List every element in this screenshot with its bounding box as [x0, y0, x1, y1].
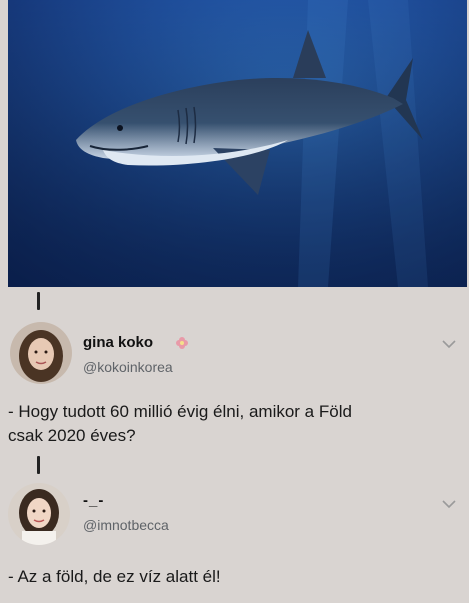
- chevron-down-icon[interactable]: [441, 498, 457, 510]
- avatar[interactable]: [8, 483, 70, 545]
- post-text-line: csak 2020 éves?: [8, 426, 136, 445]
- avatar-gina-icon: [10, 322, 72, 384]
- post-text: - Az a föld, de ez víz alatt él!: [8, 567, 221, 586]
- display-name[interactable]: -_-: [83, 492, 104, 509]
- thread-connector: [37, 456, 40, 474]
- avatar-becca-icon: [8, 483, 70, 545]
- chevron-down-icon[interactable]: [441, 338, 457, 350]
- post-text-line: - Hogy tudott 60 millió évig élni, amiko…: [8, 402, 352, 421]
- flower-badge-icon: [176, 337, 188, 349]
- thread-connector: [37, 292, 40, 310]
- shark-photo: [8, 0, 467, 287]
- display-name[interactable]: gina koko: [83, 334, 153, 351]
- avatar[interactable]: [10, 322, 72, 384]
- user-handle[interactable]: @imnotbecca: [83, 517, 169, 533]
- user-handle[interactable]: @kokoinkorea: [83, 359, 173, 375]
- post-text: - Hogy tudott 60 millió évig élni, amiko…: [8, 400, 463, 448]
- shark-illustration: [8, 0, 467, 287]
